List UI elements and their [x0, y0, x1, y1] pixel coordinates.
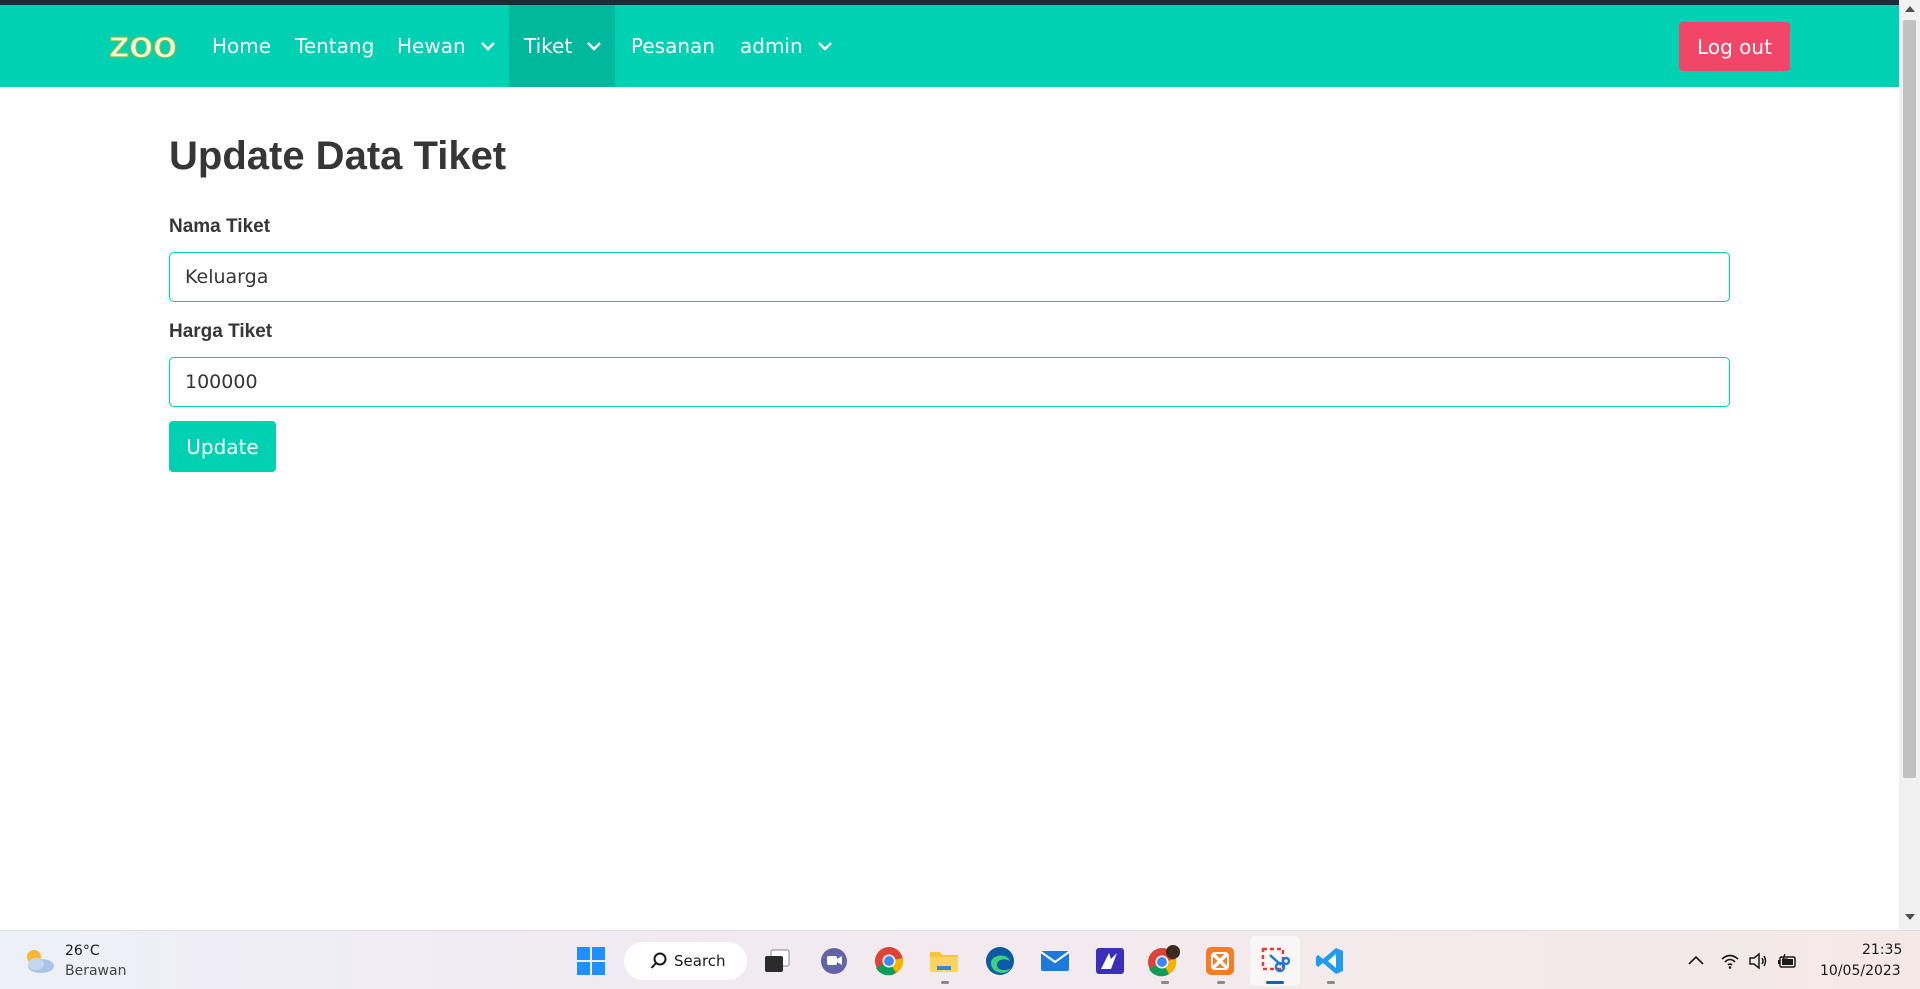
- page-title: Update Data Tiket: [169, 134, 507, 178]
- vertical-scrollbar[interactable]: [1899, 0, 1920, 930]
- nav-hewan-dropdown[interactable]: Hewan: [397, 5, 496, 87]
- chevron-up-icon[interactable]: [1686, 951, 1706, 971]
- nama-tiket-label: Nama Tiket: [169, 216, 271, 237]
- taskbar: 26°C Berawan Search 21:35 10/05/2023: [0, 930, 1920, 989]
- zoo-logo[interactable]: ZOO: [109, 31, 183, 63]
- snipping-tool-icon[interactable]: [1258, 944, 1292, 978]
- file-explorer-icon[interactable]: [927, 944, 961, 978]
- scroll-down-icon[interactable]: [1905, 914, 1915, 920]
- start-icon[interactable]: [574, 944, 608, 978]
- nav-home[interactable]: Home: [212, 5, 271, 87]
- nav-tentang[interactable]: Tentang: [295, 5, 374, 87]
- navbar: ZOO Home Tentang Hewan Tiket Pesanan adm…: [0, 5, 1899, 87]
- active-indicator: [1266, 981, 1284, 984]
- logout-button[interactable]: Log out: [1679, 22, 1790, 71]
- clock-time[interactable]: 21:35: [1862, 942, 1902, 958]
- nav-pesanan[interactable]: Pesanan: [631, 5, 715, 87]
- chrome-profile-icon[interactable]: [1147, 944, 1181, 978]
- editor-icon[interactable]: [1093, 944, 1127, 978]
- xampp-icon[interactable]: [1203, 944, 1237, 978]
- chevron-down-icon: [480, 42, 495, 51]
- vscode-icon[interactable]: [1313, 944, 1347, 978]
- chevron-down-icon: [817, 42, 832, 51]
- logo-text: ZOO: [109, 31, 177, 63]
- logout-label: Log out: [1697, 34, 1772, 59]
- search-icon: [650, 952, 667, 969]
- search-label: Search: [674, 952, 726, 970]
- scroll-thumb[interactable]: [1903, 20, 1916, 778]
- nav-home-label: Home: [212, 34, 272, 58]
- chat-icon[interactable]: [817, 944, 851, 978]
- chrome-icon[interactable]: [872, 944, 906, 978]
- running-indicator: [1161, 981, 1169, 984]
- weather-cloudy-icon[interactable]: [22, 945, 56, 977]
- wifi-icon[interactable]: [1720, 951, 1740, 971]
- nama-tiket-input[interactable]: [169, 252, 1730, 302]
- nav-pesanan-label: Pesanan: [631, 34, 715, 58]
- nav-admin-label: admin: [740, 34, 803, 58]
- nav-tentang-label: Tentang: [295, 34, 375, 58]
- nav-tiket-label: Tiket: [524, 34, 573, 58]
- taskbar-search[interactable]: Search: [624, 942, 747, 980]
- battery-icon[interactable]: [1777, 951, 1797, 971]
- nav-tiket-dropdown[interactable]: Tiket: [509, 5, 615, 87]
- chevron-down-icon: [587, 42, 602, 51]
- update-label: Update: [186, 434, 259, 459]
- clock-date[interactable]: 10/05/2023: [1820, 963, 1901, 979]
- volume-icon[interactable]: [1748, 951, 1768, 971]
- nav-admin-dropdown[interactable]: admin: [740, 5, 833, 87]
- mail-icon[interactable]: [1038, 944, 1072, 978]
- task-view-icon[interactable]: [760, 944, 794, 978]
- scroll-up-icon[interactable]: [1905, 6, 1915, 12]
- edge-icon[interactable]: [983, 944, 1017, 978]
- running-indicator: [1217, 981, 1225, 984]
- weather-desc[interactable]: Berawan: [65, 963, 126, 979]
- running-indicator: [941, 981, 949, 984]
- running-indicator: [1327, 981, 1335, 984]
- harga-tiket-input[interactable]: [169, 357, 1730, 407]
- weather-temp[interactable]: 26°C: [65, 943, 100, 959]
- harga-tiket-label: Harga Tiket: [169, 321, 273, 342]
- nav-hewan-label: Hewan: [397, 34, 466, 58]
- update-button[interactable]: Update: [169, 421, 276, 472]
